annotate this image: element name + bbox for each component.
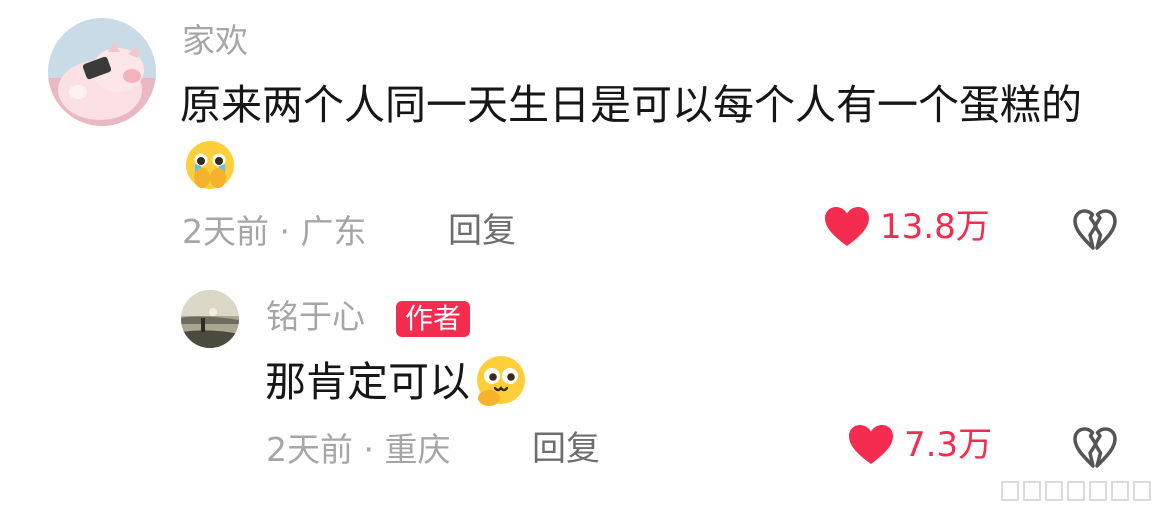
like-count: 7.3万	[904, 425, 993, 465]
watermark	[1000, 478, 1160, 508]
username[interactable]: 铭于心	[266, 300, 365, 333]
meta-separator: ·	[279, 212, 291, 251]
reply-location: 重庆	[384, 430, 451, 469]
reply-meta: 2天前 · 重庆	[266, 433, 451, 466]
dislike-button[interactable]	[1073, 427, 1117, 473]
comment-text: 那肯定可以	[265, 352, 985, 426]
like-button[interactable]: 7.3万	[848, 424, 992, 466]
meta-separator: ·	[363, 430, 375, 469]
reply-button[interactable]: 回复	[448, 214, 516, 248]
comment-text: 原来两个人同一天生日是可以每个人有一个蛋糕的	[180, 75, 1110, 209]
comment-time: 2天前	[182, 212, 269, 251]
broken-heart-icon	[1073, 427, 1117, 468]
heart-icon	[849, 425, 893, 464]
avatar[interactable]	[48, 18, 156, 126]
reply-time: 2天前	[266, 430, 353, 469]
smirk-thinking-face-icon	[472, 352, 530, 426]
author-badge: 作者	[396, 301, 471, 338]
reply-content: 那肯定可以	[265, 358, 470, 406]
heart-icon	[825, 207, 869, 246]
username[interactable]: 家欢	[182, 24, 248, 57]
broken-heart-icon	[1073, 209, 1117, 250]
comment-content: 原来两个人同一天生日是可以每个人有一个蛋糕的	[180, 81, 1082, 129]
reply-button[interactable]: 回复	[532, 432, 600, 466]
comment-meta: 2天前 · 广东	[182, 215, 367, 248]
like-button[interactable]: 13.8万	[824, 206, 990, 248]
like-count: 13.8万	[880, 207, 990, 247]
crying-face-icon	[182, 137, 238, 209]
avatar[interactable]	[181, 290, 239, 348]
dislike-button[interactable]	[1073, 209, 1117, 255]
comment-location: 广东	[300, 212, 367, 251]
